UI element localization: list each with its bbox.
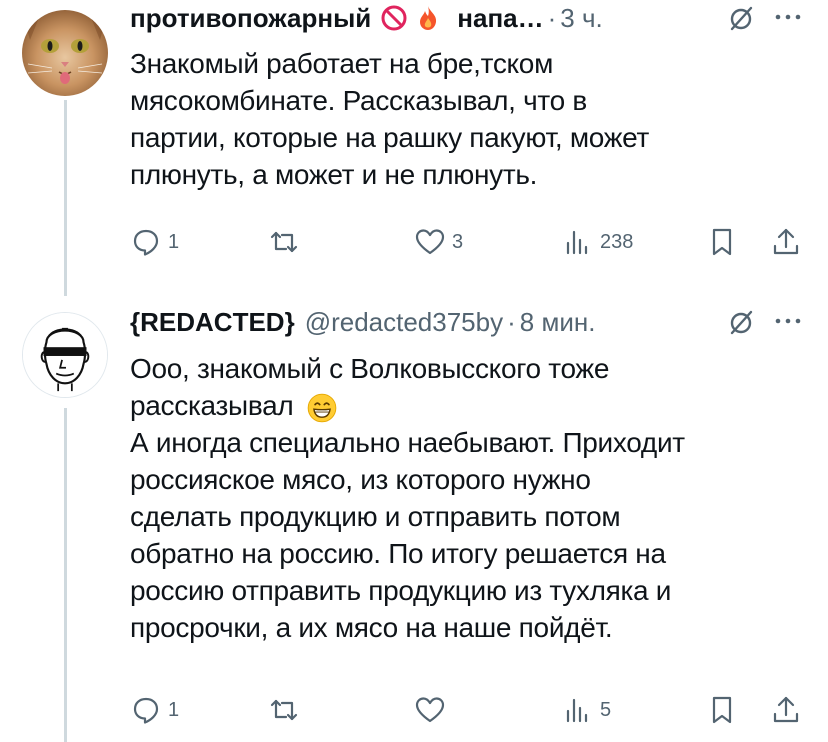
heart-icon (415, 697, 445, 723)
share-icon (773, 696, 799, 723)
more-icon[interactable] (774, 12, 802, 22)
like-button[interactable]: 3 (414, 222, 463, 262)
separator-dot: · (547, 2, 557, 33)
timestamp[interactable]: 8 мин. (520, 307, 596, 338)
heart-icon (415, 229, 445, 255)
tweet-header: {REDACTED} @redacted375by · 8 мин. (130, 304, 595, 340)
cat-avatar-image (22, 10, 108, 96)
action-bar: 1 3 238 (130, 222, 802, 262)
like-count: 3 (452, 230, 464, 253)
reply-icon (133, 697, 159, 724)
share-button[interactable] (770, 222, 802, 262)
redacted-face-avatar-image (23, 313, 107, 397)
text-line: просрочки, а их мясо на наше пойдёт. (130, 612, 613, 643)
share-button[interactable] (770, 690, 802, 730)
reply-button[interactable]: 1 (130, 222, 179, 262)
repost-button[interactable] (268, 690, 306, 730)
text-line: сделать продукцию и отправить потом (130, 501, 621, 532)
views-count: 5 (600, 698, 612, 721)
tweet-text: Ооо, знакомый с Волковысского тоже расск… (130, 350, 685, 646)
fire-emoji-icon (420, 6, 437, 30)
avatar[interactable] (22, 10, 108, 96)
share-icon (773, 228, 799, 255)
text-line: Ооо, знакомый с Волковысского тоже (130, 353, 610, 384)
grok-icon[interactable] (726, 4, 756, 34)
views-chart-icon (566, 230, 588, 255)
separator-dot: · (507, 306, 516, 337)
text-line: обратно на россию. По итогу решается на (130, 538, 666, 569)
repost-icon (270, 699, 298, 721)
grinning-face-emoji-icon (307, 393, 337, 422)
author-name-tail[interactable]: напа… (457, 3, 543, 34)
text-line: Знакомый работает на бре,тском (130, 48, 554, 79)
action-bar: 1 5 (130, 690, 802, 730)
timestamp[interactable]: 3 ч. (560, 3, 602, 34)
reply-count: 1 (168, 698, 180, 721)
author-name[interactable]: {REDACTED} (130, 307, 295, 338)
tweet-text: Знакомый работает на бре,тском мясокомби… (130, 45, 649, 193)
views-count: 238 (600, 230, 634, 253)
text-line: россию отправить продукцию из тухляка и (130, 575, 672, 606)
text-line: мясокомбинате. Рассказывал, что в (130, 85, 587, 116)
text-line: партии, которые на рашку пакуют, может (130, 122, 650, 153)
bookmark-icon (712, 696, 732, 724)
more-icon[interactable] (774, 316, 802, 326)
like-button[interactable] (414, 690, 452, 730)
thread-line-top (64, 100, 67, 296)
repost-icon (270, 231, 298, 253)
tweet-header: противопожарный напа… · 3 ч. (130, 0, 603, 36)
bookmark-button[interactable] (706, 690, 738, 730)
text-line: россияское мясо, из которого нужно (130, 464, 591, 495)
repost-button[interactable] (268, 222, 306, 262)
grok-icon[interactable] (726, 308, 756, 338)
reply-icon (133, 229, 159, 256)
bookmark-button[interactable] (706, 222, 738, 262)
no-entry-emoji-icon (381, 5, 407, 31)
author-handle[interactable]: @redacted375by (305, 307, 503, 338)
thread-line-bottom (64, 408, 67, 742)
views-button[interactable]: 5 (562, 690, 611, 730)
views-button[interactable]: 238 (562, 222, 633, 262)
text-line-with-emoji: рассказывал (130, 387, 685, 424)
text-line: А иногда специально наебывают. Приходит (130, 427, 685, 458)
avatar[interactable] (22, 312, 108, 398)
bookmark-icon (712, 228, 732, 256)
author-name[interactable]: противопожарный (130, 3, 371, 34)
text-line: рассказывал (130, 390, 294, 421)
reply-count: 1 (168, 230, 180, 253)
reply-button[interactable]: 1 (130, 690, 179, 730)
views-chart-icon (566, 698, 588, 723)
text-line: плюнуть, а может и не плюнуть. (130, 159, 538, 190)
